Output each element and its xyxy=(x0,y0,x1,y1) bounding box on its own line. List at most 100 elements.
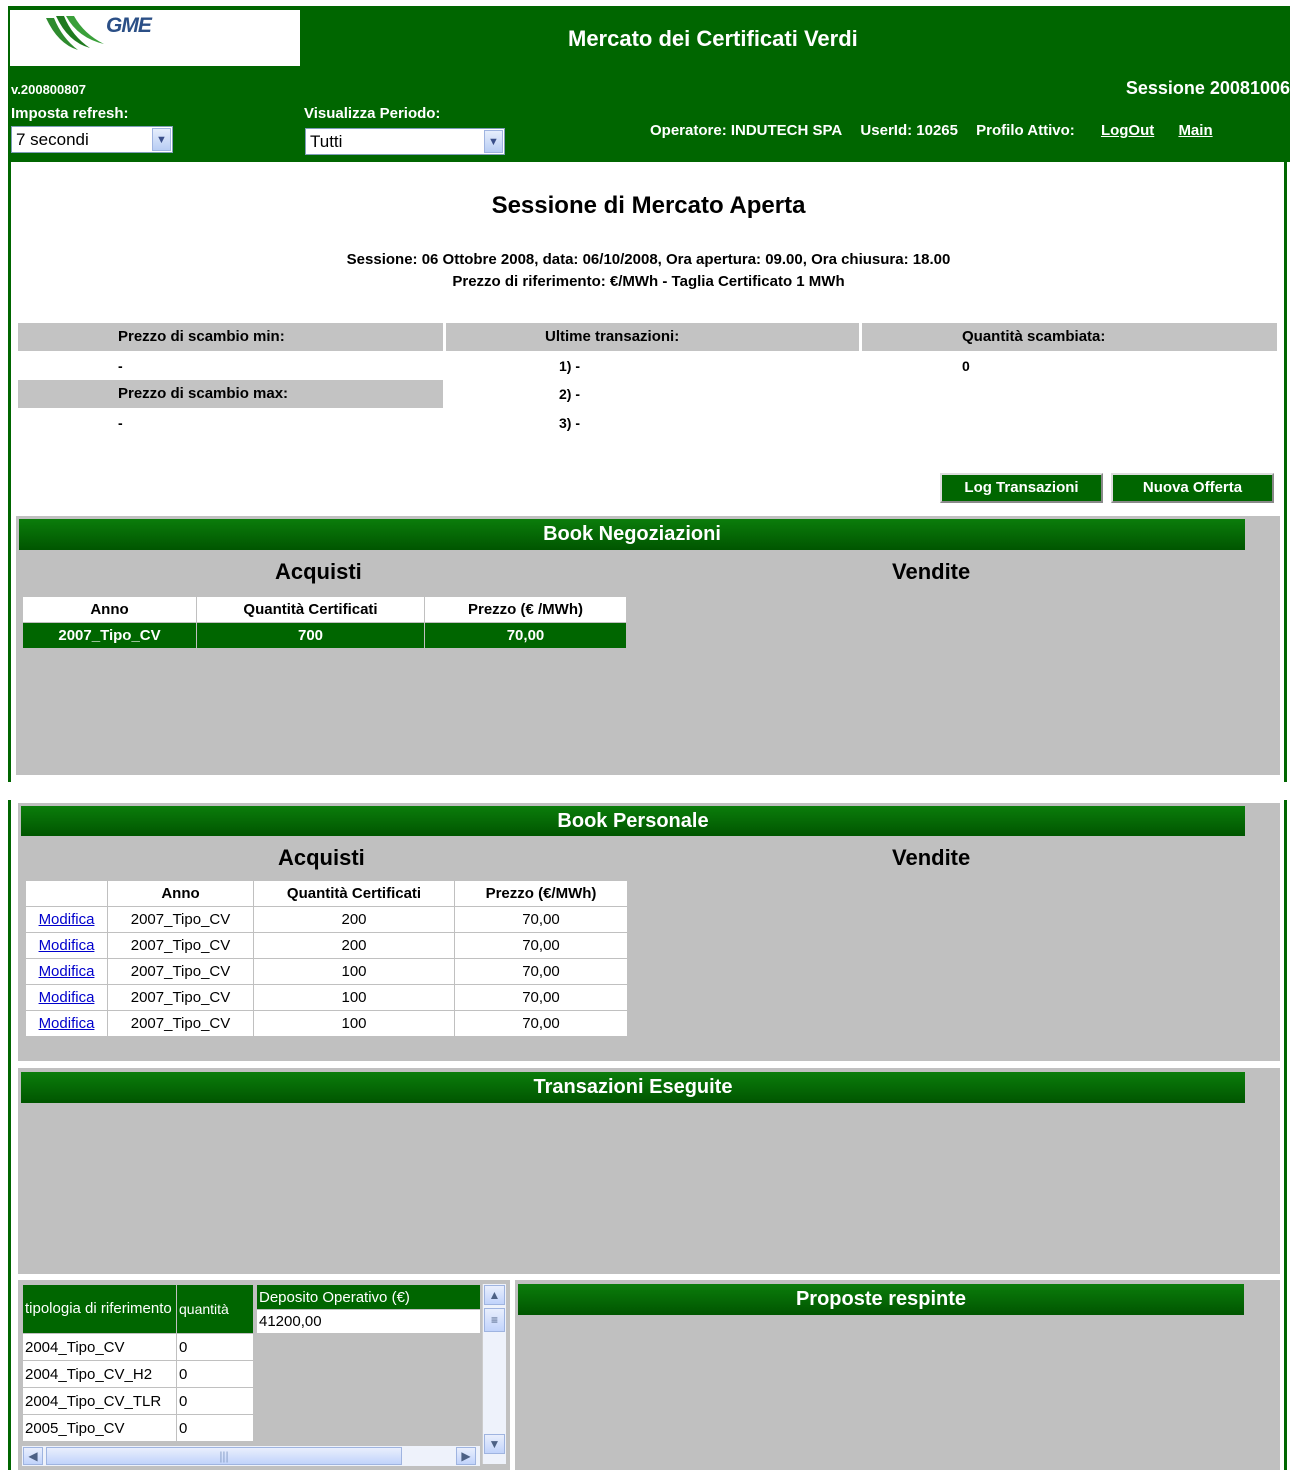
scroll-up-icon[interactable]: ▲ xyxy=(484,1285,505,1305)
col-quantita: Quantità Certificati xyxy=(196,596,425,623)
vendite-heading: Vendite xyxy=(892,845,971,870)
ultime-transazioni-label: Ultime transazioni: xyxy=(446,323,859,351)
cell-prezzo: 70,00 xyxy=(454,906,628,933)
col-prezzo: Prezzo (€ /MWh) xyxy=(424,596,627,623)
scroll-right-icon[interactable]: ▶ xyxy=(456,1447,476,1465)
col-quantita: quantità xyxy=(176,1284,254,1334)
table-row: 2005_Tipo_CV 0 xyxy=(22,1414,254,1442)
profilo-label: Profilo Attivo: xyxy=(976,122,1075,139)
modifica-link[interactable]: Modifica xyxy=(39,911,95,928)
book-negoziazioni-panel: Book Negoziazioni Acquisti Vendite Anno … xyxy=(16,516,1280,775)
quantita-scambiata-value: 0 xyxy=(962,358,970,374)
modifica-link[interactable]: Modifica xyxy=(39,963,95,980)
col-azione xyxy=(25,880,108,907)
session-title: Sessione di Mercato Aperta xyxy=(491,192,806,219)
refresh-select-value: 7 secondi xyxy=(16,130,89,149)
gme-logo-icon xyxy=(46,16,104,50)
cell-prezzo: 70,00 xyxy=(454,984,628,1011)
cell-anno: 2007_Tipo_CV xyxy=(22,622,197,649)
app-header: GME Mercato dei Certificati Verdi v.2008… xyxy=(8,6,1290,162)
cell-quantita: 100 xyxy=(253,958,455,985)
cell-tipologia: 2004_Tipo_CV_TLR xyxy=(22,1387,177,1415)
table-row: Modifica 2007_Tipo_CV 100 70,00 xyxy=(25,1010,628,1037)
scroll-left-icon[interactable]: ◀ xyxy=(23,1447,43,1465)
book-personale-table: Anno Quantità Certificati Prezzo (€/MWh)… xyxy=(25,880,628,1037)
userid-label: UserId: 10265 xyxy=(860,122,958,139)
cell-prezzo: 70,00 xyxy=(424,622,627,649)
scroll-thumb[interactable]: ≡ xyxy=(484,1308,505,1332)
max-price-value: - xyxy=(118,415,123,431)
cell-anno: 2007_Tipo_CV xyxy=(107,958,254,985)
user-info: Operatore: INDUTECH SPA UserId: 10265 Pr… xyxy=(650,122,1225,139)
vendite-heading: Vendite xyxy=(892,559,971,584)
table-row: 2004_Tipo_CV_H2 0 xyxy=(22,1360,254,1388)
table-row: Modifica 2007_Tipo_CV 100 70,00 xyxy=(25,958,628,985)
table-row: Modifica 2007_Tipo_CV 100 70,00 xyxy=(25,984,628,1011)
deposito-operativo-table: Deposito Operativo (€) 41200,00 xyxy=(256,1284,481,1334)
cell-quantita: 200 xyxy=(253,906,455,933)
cell-quantita: 0 xyxy=(176,1414,254,1442)
cell-prezzo: 70,00 xyxy=(454,932,628,959)
modifica-link[interactable]: Modifica xyxy=(39,1015,95,1032)
cell-quantita: 0 xyxy=(176,1333,254,1361)
deposito-panel: tipologia di riferimento quantità 2004_T… xyxy=(18,1280,510,1470)
deposito-value: 41200,00 xyxy=(256,1309,481,1334)
logout-link[interactable]: LogOut xyxy=(1101,122,1154,139)
vertical-scrollbar[interactable]: ▲ ≡ ▼ xyxy=(482,1284,506,1464)
min-price-label: Prezzo di scambio min: xyxy=(18,323,443,351)
periodo-select[interactable]: Tutti ▼ xyxy=(305,128,505,155)
log-transazioni-button[interactable]: Log Transazioni xyxy=(940,473,1103,503)
transazioni-eseguite-title: Transazioni Eseguite xyxy=(21,1072,1245,1103)
cell-anno: 2007_Tipo_CV xyxy=(107,906,254,933)
cell-quantita: 700 xyxy=(196,622,425,649)
book-personale-title: Book Personale xyxy=(21,806,1245,836)
transazioni-eseguite-panel: Transazioni Eseguite xyxy=(18,1068,1280,1274)
cell-prezzo: 70,00 xyxy=(454,958,628,985)
chevron-down-icon[interactable]: ▼ xyxy=(484,130,503,153)
right-border-lower xyxy=(1284,800,1287,1470)
modifica-link[interactable]: Modifica xyxy=(39,937,95,954)
app-title: Mercato dei Certificati Verdi xyxy=(568,26,858,51)
book-negoziazioni-table: Anno Quantità Certificati Prezzo (€ /MWh… xyxy=(22,596,627,649)
left-border-lower xyxy=(8,800,11,1470)
refresh-select[interactable]: 7 secondi ▼ xyxy=(11,126,173,153)
cell-quantita: 0 xyxy=(176,1360,254,1388)
scroll-down-icon[interactable]: ▼ xyxy=(484,1434,505,1454)
scroll-thumb[interactable]: ||| xyxy=(46,1447,402,1465)
proposte-respinte-panel: Proposte respinte xyxy=(515,1280,1280,1470)
cell-anno: 2007_Tipo_CV xyxy=(107,1010,254,1037)
modifica-link[interactable]: Modifica xyxy=(39,989,95,1006)
horizontal-scrollbar[interactable]: ◀ ||| ▶ xyxy=(22,1446,480,1466)
col-prezzo: Prezzo (€/MWh) xyxy=(454,880,628,907)
acquisti-heading: Acquisti xyxy=(278,845,365,870)
chevron-down-icon[interactable]: ▼ xyxy=(152,128,171,151)
nuova-offerta-button[interactable]: Nuova Offerta xyxy=(1111,473,1274,503)
ultima-transazione-3: 3) - xyxy=(559,415,580,431)
cell-prezzo: 70,00 xyxy=(454,1010,628,1037)
cell-tipologia: 2004_Tipo_CV xyxy=(22,1333,177,1361)
cell-quantita: 0 xyxy=(176,1387,254,1415)
min-price-value: - xyxy=(118,358,123,374)
cell-tipologia: 2004_Tipo_CV_H2 xyxy=(22,1360,177,1388)
table-row: 2004_Tipo_CV 0 xyxy=(22,1333,254,1361)
table-row: Modifica 2007_Tipo_CV 200 70,00 xyxy=(25,932,628,959)
refresh-label: Imposta refresh: xyxy=(11,105,129,122)
table-row[interactable]: 2007_Tipo_CV 700 70,00 xyxy=(22,622,627,649)
session-code: Sessione 20081006 xyxy=(1125,78,1290,98)
cell-anno: 2007_Tipo_CV xyxy=(107,984,254,1011)
operatore-label: Operatore: INDUTECH SPA xyxy=(650,122,843,139)
col-anno: Anno xyxy=(107,880,254,907)
col-deposito: Deposito Operativo (€) xyxy=(256,1284,481,1310)
table-row: 2004_Tipo_CV_TLR 0 xyxy=(22,1387,254,1415)
ultima-transazione-1: 1) - xyxy=(559,358,580,374)
book-personale-panel: Book Personale Acquisti Vendite Anno Qua… xyxy=(18,803,1280,1061)
tipologia-table: tipologia di riferimento quantità 2004_T… xyxy=(22,1284,254,1442)
col-anno: Anno xyxy=(22,596,197,623)
periodo-select-value: Tutti xyxy=(310,132,343,151)
section-gap xyxy=(0,782,1297,800)
table-row: Modifica 2007_Tipo_CV 200 70,00 xyxy=(25,906,628,933)
periodo-label: Visualizza Periodo: xyxy=(304,105,441,122)
col-tipologia: tipologia di riferimento xyxy=(22,1284,177,1334)
logo: GME xyxy=(10,10,300,66)
main-link[interactable]: Main xyxy=(1178,122,1212,139)
